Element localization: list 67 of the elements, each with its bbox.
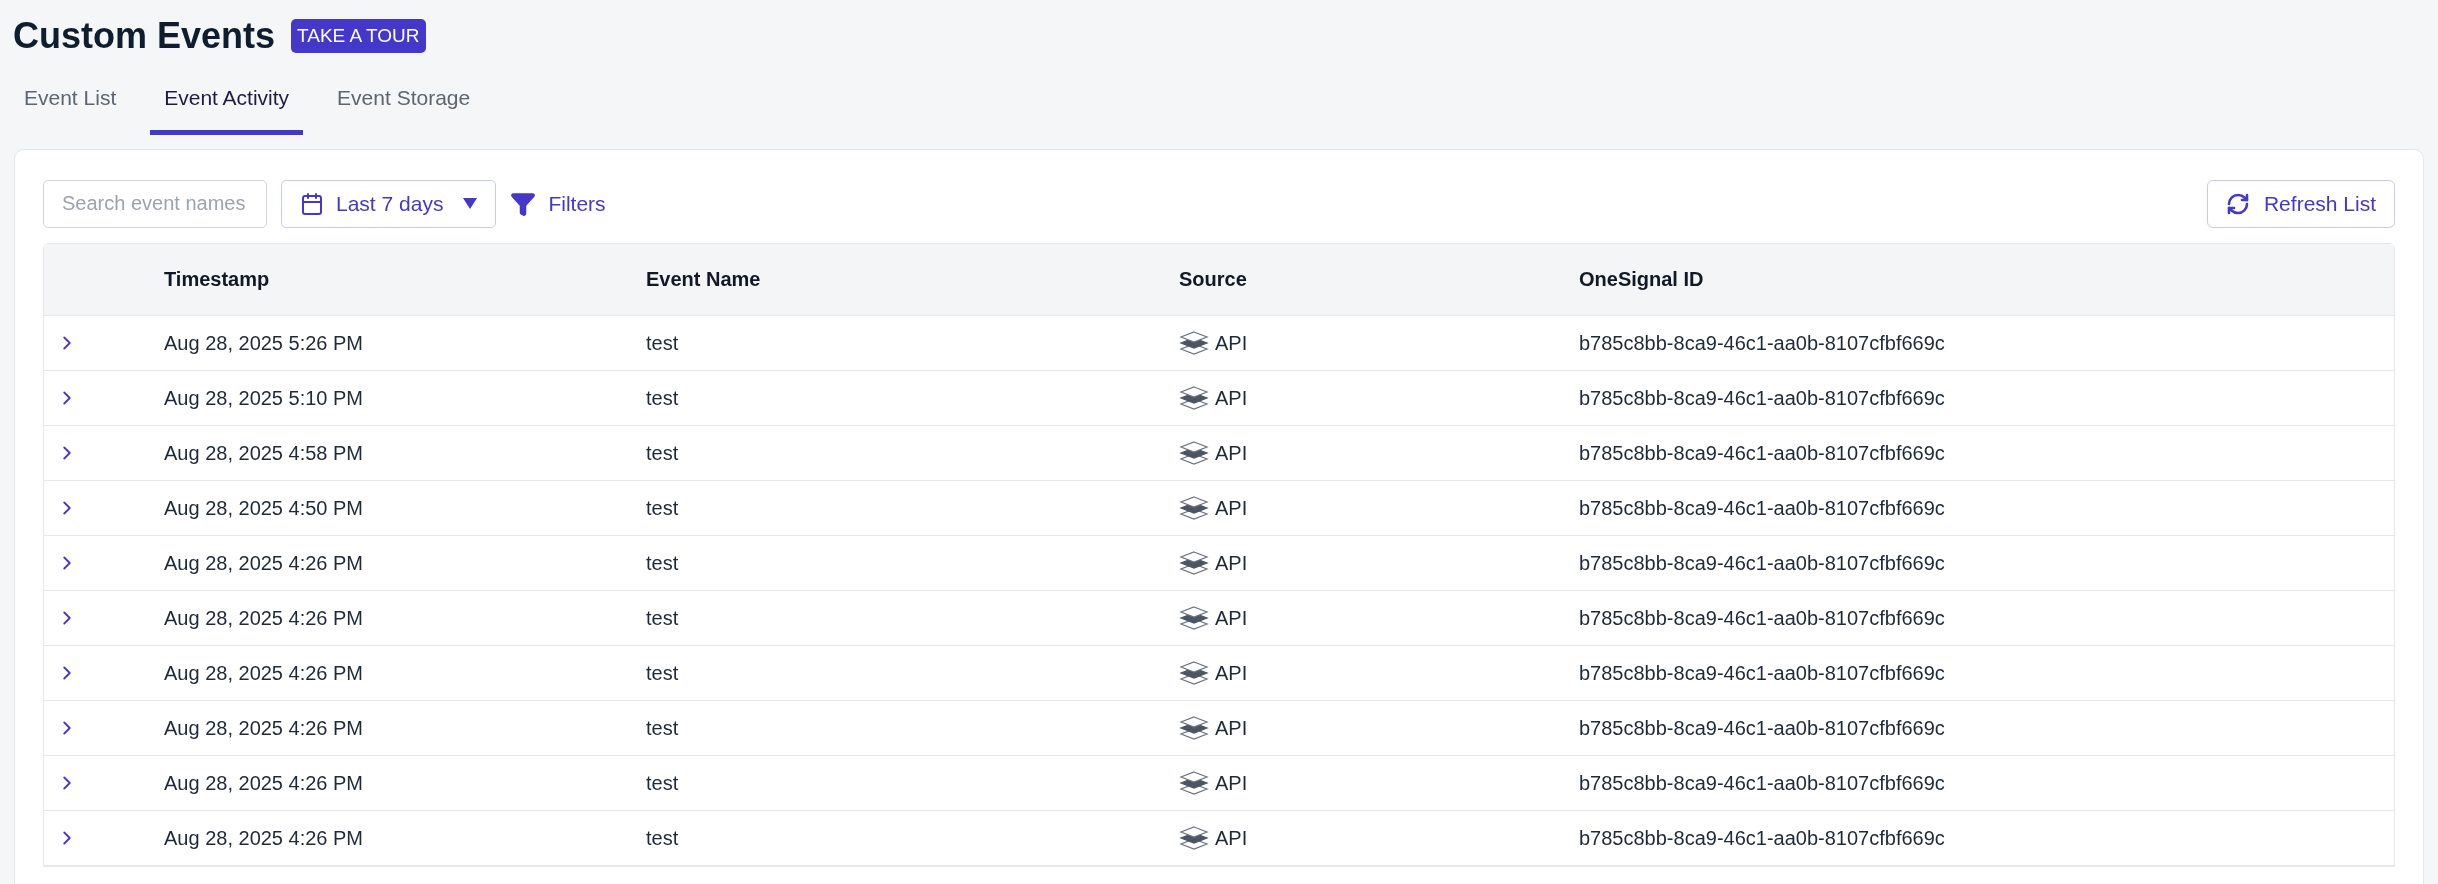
filter-icon — [510, 190, 537, 217]
timestamp-cell-text: Aug 28, 2025 4:26 PM — [164, 770, 365, 796]
onesignal-id-cell-text: b785c8bb-8ca9-46c1-aa0b-8107cfbf669c — [1579, 330, 1946, 356]
timestamp-cell-text: Aug 28, 2025 4:50 PM — [164, 495, 365, 521]
source-cell-text: API — [1215, 440, 1248, 466]
event-name-cell-text: test — [646, 330, 680, 356]
column-header: Source — [1179, 267, 1248, 292]
timestamp-cell-text: Aug 28, 2025 4:26 PM — [164, 715, 365, 741]
column-header: Event Name — [646, 267, 762, 292]
column-header: Timestamp — [164, 267, 271, 292]
onesignal-id-cell-text: b785c8bb-8ca9-46c1-aa0b-8107cfbf669c — [1579, 440, 1946, 466]
layers-icon — [1179, 329, 1209, 356]
onesignal-id-cell-text: b785c8bb-8ca9-46c1-aa0b-8107cfbf669c — [1579, 715, 1946, 741]
timestamp-cell-text: Aug 28, 2025 5:10 PM — [164, 385, 365, 411]
onesignal-id-cell-text: b785c8bb-8ca9-46c1-aa0b-8107cfbf669c — [1579, 550, 1946, 576]
source-cell-text: API — [1215, 715, 1248, 741]
source-cell-text: API — [1215, 825, 1248, 851]
event-name-cell-text: test — [646, 825, 680, 851]
onesignal-id-cell-text: b785c8bb-8ca9-46c1-aa0b-8107cfbf669c — [1579, 660, 1946, 686]
timestamp-cell-text: Aug 28, 2025 5:26 PM — [164, 330, 365, 356]
layers-icon — [1179, 714, 1209, 741]
calendar-icon — [300, 191, 324, 216]
layers-icon — [1179, 439, 1209, 466]
page-title: Custom Events — [13, 14, 276, 58]
event-name-cell-text: test — [646, 495, 680, 521]
caret-icon — [463, 197, 478, 210]
timestamp-cell-text: Aug 28, 2025 4:26 PM — [164, 825, 365, 851]
onesignal-id-cell-text: b785c8bb-8ca9-46c1-aa0b-8107cfbf669c — [1579, 495, 1946, 521]
source-cell-text: API — [1215, 660, 1248, 686]
onesignal-id-cell-text: b785c8bb-8ca9-46c1-aa0b-8107cfbf669c — [1579, 770, 1946, 796]
timestamp-cell-text: Aug 28, 2025 4:26 PM — [164, 605, 365, 631]
layers-icon — [1179, 824, 1209, 851]
search-field[interactable]: Search event names — [43, 179, 267, 228]
refresh-icon — [2225, 191, 2250, 216]
column-header: OneSignal ID — [1579, 267, 1705, 292]
source-cell-text: API — [1215, 770, 1248, 796]
onesignal-id-cell-text: b785c8bb-8ca9-46c1-aa0b-8107cfbf669c — [1579, 605, 1946, 631]
event-name-cell-text: test — [646, 550, 680, 576]
tab[interactable]: Event Activity — [150, 78, 304, 135]
event-name-cell-text: test — [646, 715, 680, 741]
layers-icon — [1179, 384, 1209, 411]
layers-icon — [1179, 604, 1209, 631]
event-name-cell-text: test — [646, 770, 680, 796]
timestamp-cell-text: Aug 28, 2025 4:58 PM — [164, 440, 365, 466]
onesignal-id-cell-text: b785c8bb-8ca9-46c1-aa0b-8107cfbf669c — [1579, 825, 1946, 851]
timestamp-cell-text: Aug 28, 2025 4:26 PM — [164, 550, 365, 576]
layers-icon — [1179, 494, 1209, 521]
source-cell-text: API — [1215, 330, 1248, 356]
timestamp-cell-text: Aug 28, 2025 4:26 PM — [164, 660, 365, 686]
layers-icon — [1179, 659, 1209, 686]
event-name-cell-text: test — [646, 660, 680, 686]
refresh-list-button[interactable]: Refresh List — [2206, 179, 2395, 228]
filters-button[interactable]: Filters — [510, 187, 606, 220]
take-a-tour-button[interactable]: TAKE A TOUR — [291, 18, 426, 54]
source-cell-text: API — [1215, 495, 1248, 521]
layers-icon — [1179, 769, 1209, 796]
tab[interactable]: Event List — [10, 78, 131, 135]
date-range-dropdown[interactable]: Last 7 days — [281, 179, 497, 228]
onesignal-id-cell-text: b785c8bb-8ca9-46c1-aa0b-8107cfbf669c — [1579, 385, 1946, 411]
tab[interactable]: Event Storage — [323, 78, 485, 135]
source-cell-text: API — [1215, 550, 1248, 576]
event-name-cell-text: test — [646, 605, 680, 631]
source-cell-text: API — [1215, 605, 1248, 631]
event-name-cell-text: test — [646, 440, 680, 466]
layers-icon — [1179, 549, 1209, 576]
source-cell-text: API — [1215, 385, 1248, 411]
event-name-cell-text: test — [646, 385, 680, 411]
